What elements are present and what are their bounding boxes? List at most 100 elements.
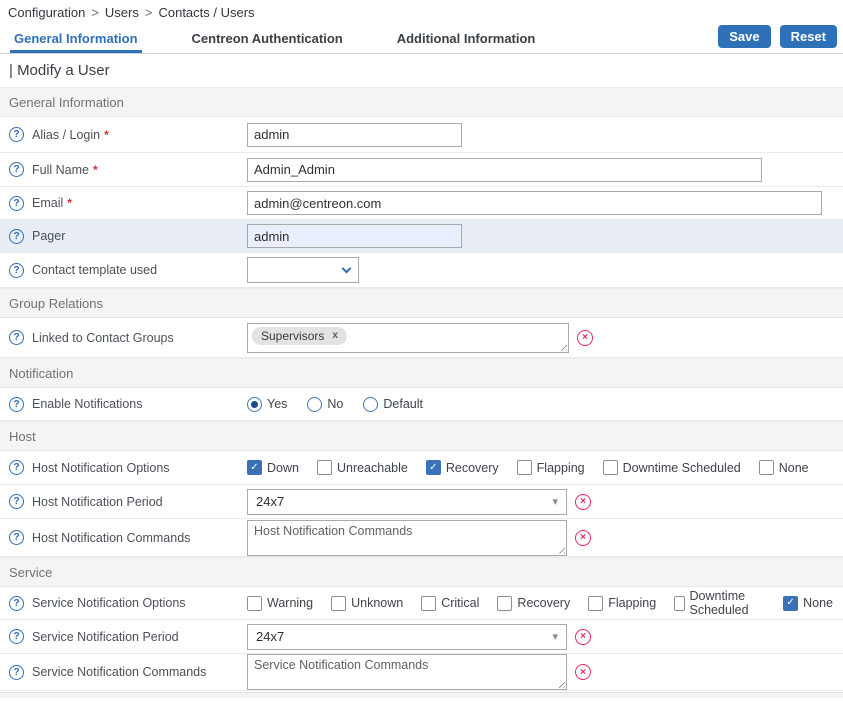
checkbox-service-downtime-scheduled[interactable]: Downtime Scheduled [674,589,765,617]
row-enable-notifications: ? Enable Notifications Yes No Default [0,388,843,421]
help-icon[interactable]: ? [9,397,24,412]
next-section-edge [0,692,843,698]
tab-general-information[interactable]: General Information [10,28,142,53]
checkbox-icon[interactable]: ✓ [426,460,441,475]
checkbox-icon[interactable] [588,596,603,611]
checkbox-icon[interactable] [759,460,774,475]
checkbox-host-downtime-scheduled[interactable]: Downtime Scheduled [603,460,741,475]
save-button[interactable]: Save [718,25,770,48]
help-icon[interactable]: ? [9,460,24,475]
breadcrumb-configuration[interactable]: Configuration [8,5,85,20]
page-title: | Modify a User [0,54,843,87]
service-period-select[interactable]: 24x7 ▾ [247,624,567,650]
fullname-input[interactable] [247,158,762,182]
breadcrumb-separator: > [145,5,153,20]
chip-label: Supervisors [261,329,324,343]
contact-group-chip: Supervisors x [252,327,347,345]
checkbox-icon[interactable] [603,460,618,475]
checkbox-service-unknown[interactable]: Unknown [331,596,403,611]
alias-input[interactable] [247,123,462,147]
service-commands-textarea[interactable]: Service Notification Commands [247,654,567,690]
clear-selection-icon[interactable]: × [575,494,591,510]
checkbox-host-none[interactable]: None [759,460,809,475]
host-period-select[interactable]: 24x7 ▾ [247,489,567,515]
contact-template-select[interactable] [247,257,359,283]
checkbox-icon[interactable] [421,596,436,611]
section-notification: Notification [0,358,843,388]
service-commands-placeholder: Service Notification Commands [254,658,428,672]
help-icon[interactable]: ? [9,665,24,680]
row-service-options: ? Service Notification Options Warning U… [0,587,843,620]
required-asterisk: * [93,163,98,177]
row-contact-groups: ? Linked to Contact Groups Supervisors x… [0,318,843,358]
host-commands-textarea[interactable]: Host Notification Commands [247,520,567,556]
row-contact-template: ? Contact template used [0,253,843,288]
help-icon[interactable]: ? [9,330,24,345]
checkbox-host-unreachable[interactable]: Unreachable [317,460,408,475]
checkbox-host-flapping[interactable]: Flapping [517,460,585,475]
radio-icon[interactable] [363,397,378,412]
enable-notifications-label: Enable Notifications [32,397,142,411]
breadcrumb: Configuration>Users>Contacts / Users [0,0,843,26]
help-icon[interactable]: ? [9,196,24,211]
checkbox-service-critical[interactable]: Critical [421,596,479,611]
required-asterisk: * [104,128,109,142]
checkbox-icon[interactable] [247,596,262,611]
checkbox-service-warning[interactable]: Warning [247,596,313,611]
clear-selection-icon[interactable]: × [577,330,593,346]
radio-no[interactable]: No [307,397,343,412]
resize-handle[interactable] [556,679,565,688]
tab-additional-information[interactable]: Additional Information [393,28,540,53]
checkbox-icon[interactable] [674,596,684,611]
help-icon[interactable]: ? [9,596,24,611]
help-icon[interactable]: ? [9,629,24,644]
reset-button[interactable]: Reset [780,25,837,48]
caret-down-icon: ▾ [552,630,558,643]
contact-groups-label: Linked to Contact Groups [32,331,174,345]
radio-icon[interactable] [307,397,322,412]
row-pager: ? Pager [0,220,843,253]
section-host: Host [0,421,843,451]
service-commands-label: Service Notification Commands [32,665,206,679]
row-email: ? Email * [0,187,843,220]
chip-remove-icon[interactable]: x [332,330,338,341]
help-icon[interactable]: ? [9,162,24,177]
row-host-period: ? Host Notification Period 24x7 ▾ × [0,485,843,519]
service-options-label: Service Notification Options [32,596,186,610]
clear-selection-icon[interactable]: × [575,530,591,546]
clear-selection-icon[interactable]: × [575,629,591,645]
help-icon[interactable]: ? [9,127,24,142]
chevron-down-icon [342,263,352,273]
clear-selection-icon[interactable]: × [575,664,591,680]
checkbox-host-down[interactable]: ✓ Down [247,460,299,475]
resize-handle[interactable] [558,342,567,351]
breadcrumb-contacts-users[interactable]: Contacts / Users [158,5,254,20]
checkbox-icon[interactable]: ✓ [247,460,262,475]
contact-groups-input[interactable]: Supervisors x [247,323,569,353]
checkbox-service-none[interactable]: ✓ None [783,596,833,611]
checkbox-icon[interactable]: ✓ [783,596,798,611]
help-icon[interactable]: ? [9,229,24,244]
checkbox-icon[interactable] [517,460,532,475]
tab-centreon-authentication[interactable]: Centreon Authentication [188,28,347,53]
fullname-label: Full Name [32,163,89,177]
radio-icon[interactable] [247,397,262,412]
checkbox-service-recovery[interactable]: Recovery [497,596,570,611]
help-icon[interactable]: ? [9,263,24,278]
pager-label: Pager [32,229,65,243]
row-alias: ? Alias / Login * [0,117,843,153]
checkbox-icon[interactable] [317,460,332,475]
checkbox-icon[interactable] [497,596,512,611]
radio-yes[interactable]: Yes [247,397,287,412]
help-icon[interactable]: ? [9,530,24,545]
checkbox-host-recovery[interactable]: ✓ Recovery [426,460,499,475]
help-icon[interactable]: ? [9,494,24,509]
email-input[interactable] [247,191,822,215]
row-host-options: ? Host Notification Options ✓ Down Unrea… [0,451,843,485]
breadcrumb-users[interactable]: Users [105,5,139,20]
radio-default[interactable]: Default [363,397,423,412]
pager-input[interactable] [247,224,462,248]
resize-handle[interactable] [556,545,565,554]
checkbox-service-flapping[interactable]: Flapping [588,596,656,611]
checkbox-icon[interactable] [331,596,346,611]
